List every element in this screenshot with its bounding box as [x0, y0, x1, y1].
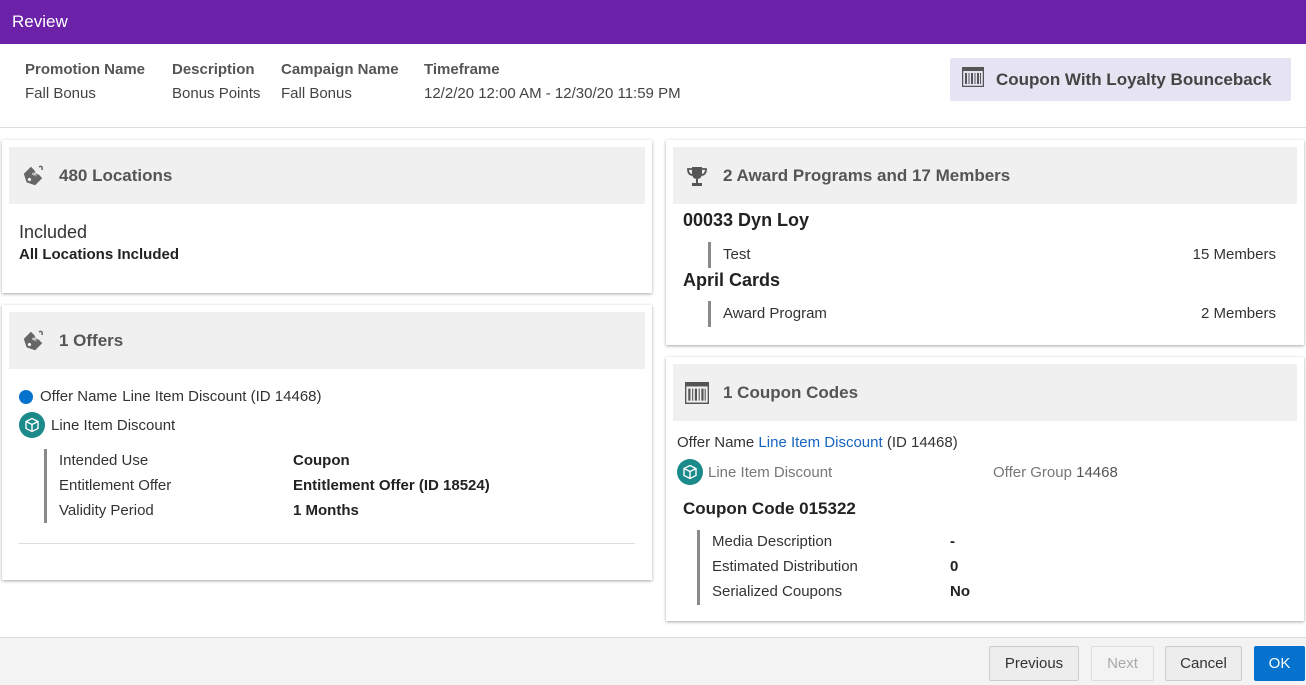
- coupon-code-title: Coupon Code 015322: [683, 499, 856, 518]
- promotion-name-label: Promotion Name: [25, 61, 146, 78]
- description-value: Bonus Points: [172, 85, 261, 102]
- award-program-sub: Award Program: [723, 305, 827, 322]
- award-programs-card-header: 2 Award Programs and 17 Members: [673, 147, 1297, 204]
- previous-button[interactable]: Previous: [989, 646, 1079, 681]
- award-program-name: 00033 Dyn Loy: [683, 210, 810, 230]
- offer-group-label: Offer Group: [993, 464, 1072, 481]
- locations-card: % 480 Locations Included All Locations I…: [2, 140, 652, 293]
- offer-group-value: 14468: [1076, 464, 1118, 481]
- locations-status: Included: [19, 222, 88, 242]
- award-program-name: April Cards: [683, 270, 781, 290]
- promotion-type-badge: Coupon With Loyalty Bounceback: [950, 58, 1291, 101]
- award-program-sub: Test: [723, 246, 751, 263]
- offers-card: % 1 Offers Offer Name Line Item Discount…: [2, 305, 652, 580]
- price-tag-icon: %: [21, 329, 45, 353]
- coupon-codes-card-header: 1 Coupon Codes: [673, 364, 1297, 421]
- offer-group-field: Offer Group 14468: [993, 464, 1118, 481]
- cancel-button[interactable]: Cancel: [1165, 646, 1242, 681]
- coupon-offer-id: (ID 14468): [886, 434, 958, 451]
- description-label: Description: [172, 61, 255, 78]
- promotion-type-label: Coupon With Loyalty Bounceback: [996, 69, 1272, 89]
- campaign-name-value: Fall Bonus: [281, 85, 352, 102]
- offer-detail-value: Coupon: [293, 452, 350, 469]
- dialog-title: Review: [12, 12, 68, 31]
- coupon-detail-label: Serialized Coupons: [712, 583, 843, 600]
- promotion-summary: Promotion Name Fall Bonus Description Bo…: [0, 44, 1306, 128]
- offer-detail-value: Entitlement Offer (ID 18524): [293, 477, 490, 494]
- offer-name-value: Line Item Discount (ID 14468): [122, 388, 322, 405]
- price-tag-icon: %: [21, 164, 45, 188]
- timeframe-value: 12/2/20 12:00 AM - 12/30/20 11:59 PM: [424, 85, 681, 102]
- divider: [19, 543, 635, 544]
- offer-detail-label: Entitlement Offer: [59, 477, 172, 494]
- promotion-name-field: Promotion Name Fall Bonus: [25, 61, 145, 102]
- campaign-name-field: Campaign Name Fall Bonus: [281, 61, 399, 102]
- coupon-detail-value: 0: [950, 558, 959, 575]
- coupon-details-bar: [697, 530, 700, 605]
- offer-item-name: Line Item Discount: [51, 416, 176, 434]
- barcode-icon: [961, 66, 985, 92]
- description-field: Description Bonus Points: [172, 61, 260, 102]
- locations-detail: All Locations Included: [19, 246, 180, 263]
- offer-details-bar: [44, 449, 47, 523]
- award-program-bar: [708, 242, 711, 268]
- cube-icon: [19, 412, 45, 438]
- locations-title: 480 Locations: [59, 165, 173, 185]
- offer-name-label: Offer Name: [40, 388, 118, 405]
- coupon-offer-row: Offer Name Line Item Discount (ID 14468): [677, 434, 958, 451]
- offers-card-header: % 1 Offers: [9, 312, 645, 369]
- dialog-title-bar: Review: [0, 0, 1306, 44]
- award-program-members: 2 Members: [1200, 305, 1276, 322]
- offer-detail-label: Intended Use: [59, 452, 149, 469]
- coupon-detail-label: Media Description: [712, 533, 833, 550]
- barcode-icon: [685, 381, 709, 404]
- offer-detail-value: 1 Months: [293, 502, 359, 519]
- offer-name-row: Offer Name Line Item Discount (ID 14468): [19, 388, 322, 405]
- next-button[interactable]: Next: [1091, 646, 1154, 681]
- campaign-name-label: Campaign Name: [281, 61, 399, 78]
- offers-title: 1 Offers: [59, 330, 124, 350]
- coupon-offer-link[interactable]: Line Item Discount: [758, 434, 882, 451]
- coupon-item-row: Line Item Discount: [677, 459, 832, 485]
- locations-card-header: % 480 Locations: [9, 147, 645, 204]
- award-program-members: 15 Members: [1192, 246, 1276, 263]
- coupon-codes-title: 1 Coupon Codes: [723, 382, 859, 402]
- ok-button[interactable]: OK: [1254, 646, 1305, 681]
- coupon-item-name: Line Item Discount: [708, 463, 833, 481]
- coupon-detail-label: Estimated Distribution: [712, 558, 858, 575]
- offer-item-row: Line Item Discount: [19, 412, 175, 438]
- trophy-icon: [685, 164, 709, 188]
- coupon-detail-value: No: [950, 583, 970, 600]
- coupon-codes-card: 1 Coupon Codes Offer Name Line Item Disc…: [666, 357, 1304, 621]
- coupon-offer-name-label: Offer Name: [677, 434, 755, 451]
- promotion-name-value: Fall Bonus: [25, 85, 96, 102]
- dialog-footer: Previous Next Cancel OK: [0, 637, 1306, 685]
- offer-status-dot: [19, 389, 33, 404]
- timeframe-label: Timeframe: [424, 61, 500, 78]
- offer-detail-label: Validity Period: [59, 502, 154, 519]
- award-program-bar: [708, 301, 711, 327]
- award-programs-title: 2 Award Programs and 17 Members: [723, 165, 1011, 185]
- cube-icon: [677, 459, 703, 485]
- coupon-detail-value: -: [950, 533, 955, 550]
- award-programs-card: 2 Award Programs and 17 Members 00033 Dy…: [666, 140, 1304, 345]
- timeframe-field: Timeframe 12/2/20 12:00 AM - 12/30/20 11…: [424, 61, 681, 102]
